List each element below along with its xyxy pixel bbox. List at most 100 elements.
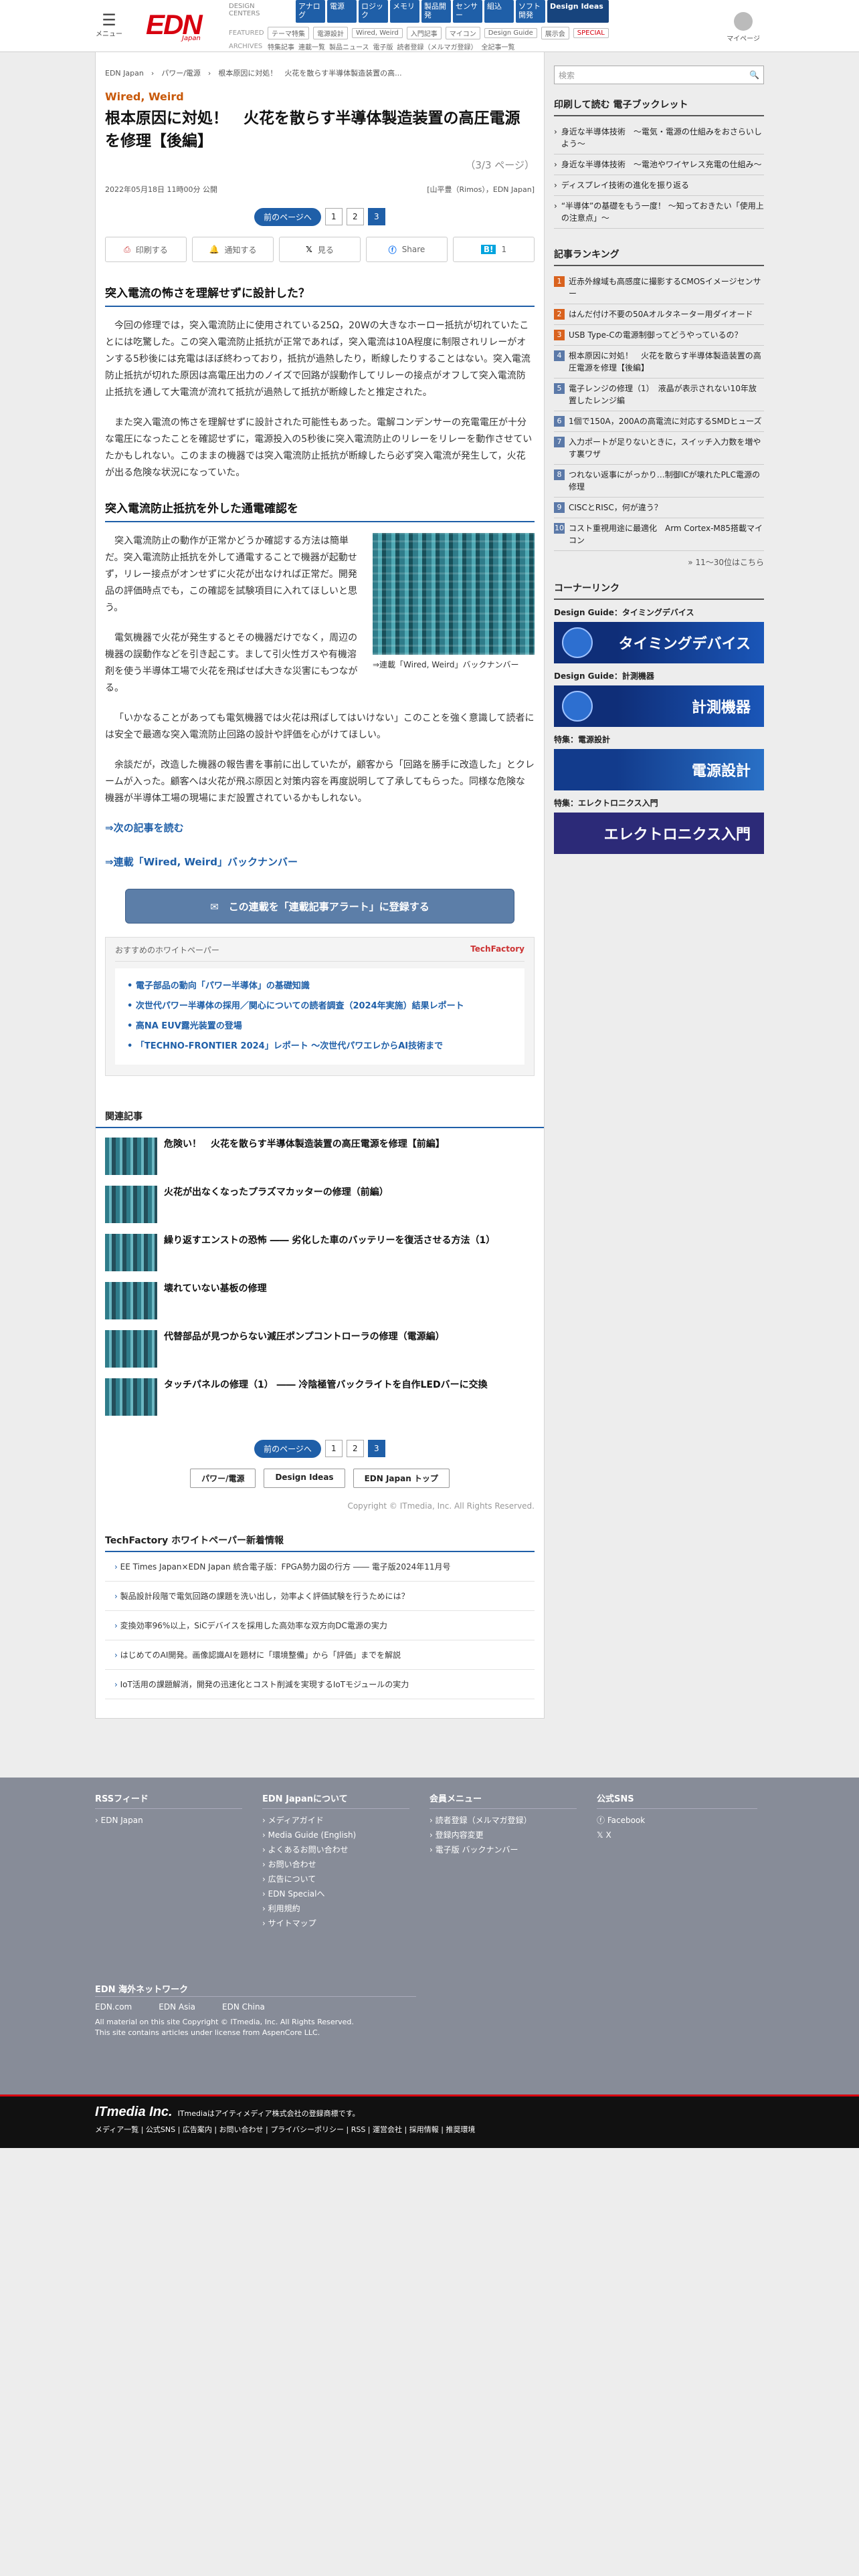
cat-power[interactable]: 電源 [327, 0, 357, 23]
search-input[interactable]: 検索 🔍 [554, 66, 764, 84]
thumbnail[interactable] [105, 1234, 157, 1271]
ranking-item[interactable]: 10 コスト重視用途に最適化 Arm Cortex-M85搭載マイコン [554, 518, 764, 551]
corner-banner-power[interactable]: 電源設計 [554, 749, 764, 790]
thumbnail[interactable] [105, 1282, 157, 1319]
ranking-item[interactable]: 8 つれない返事にがっかり…制御ICが壊れたPLC電源の修理 [554, 465, 764, 498]
power-category-button[interactable]: パワー/電源 [190, 1469, 256, 1488]
corner-banner-intro[interactable]: エレクトロニクス入門 [554, 813, 764, 854]
booklet-item[interactable]: › 身近な半導体技術 〜電気・電源の仕組みをおさらいしよう〜 [554, 122, 764, 154]
ranking-item[interactable]: 4 根本原因に対処！ 火花を散らす半導体製造装置の高圧電源を修理【後編】 [554, 346, 764, 379]
search-icon[interactable]: 🔍 [749, 70, 759, 80]
techfactory-item[interactable]: EE Times Japan×EDN Japan 統合電子版：FPGA勢力図の行… [105, 1552, 535, 1582]
footer-link[interactable]: 読者登録（メルマガ登録） [430, 1813, 577, 1828]
edn-logo[interactable]: EDN Japan [146, 9, 209, 43]
ranking-item[interactable]: 1 近赤外線域も高感度に撮影するCMOSイメージセンサー [554, 272, 764, 304]
page-1[interactable]: 1 [324, 1440, 343, 1457]
related-item[interactable]: 危険い！ 火花を散らす半導体製造装置の高圧電源を修理【前編】 [96, 1134, 544, 1182]
ranking-item[interactable]: 6 1個で150A，200Aの高電流に対応するSMDヒューズ [554, 411, 764, 432]
cat-analog[interactable]: アナログ [296, 0, 325, 23]
design-ideas-button[interactable]: Design Ideas [264, 1469, 345, 1488]
itmedia-links[interactable]: メディア一覧 | 公式SNS | 広告案内 | お問い合わせ | プライバシーポ… [95, 2124, 764, 2135]
related-item[interactable]: タッチパネルの修理（1） ―― 冷陰極管バックライトを自作LEDバーに交換 [96, 1374, 544, 1422]
featured-special[interactable]: SPECIAL [573, 28, 609, 38]
itmedia-logo[interactable]: ITmedia Inc. [95, 2105, 173, 2120]
hatena-bookmark-button[interactable]: B! 1 [453, 237, 535, 262]
featured-guide[interactable]: Design Guide [484, 28, 537, 38]
featured-intro[interactable]: 入門記事 [406, 27, 442, 39]
cat-memory[interactable]: メモリ [390, 0, 419, 23]
cat-embedded[interactable]: 組込 [484, 0, 514, 23]
series-alert-button[interactable]: ✉ この連載を「連載記事アラート」に登録する [125, 889, 514, 924]
print-button[interactable]: ⎙ 印刷する [105, 237, 187, 262]
whitepaper-item[interactable]: 次世代パワー半導体の採用／関心についての読者調査（2024年実施）結果レポート [127, 998, 512, 1015]
backnumber-link[interactable]: ⇒連載「Wired, Weird」バックナンバー [105, 855, 535, 869]
cat-product-dev[interactable]: 製品開発 [421, 0, 451, 23]
whitepaper-item[interactable]: 電子部品の動向「パワー半導体」の基礎知識 [127, 978, 512, 995]
page-2[interactable]: 2 [346, 208, 364, 225]
ranking-item[interactable]: 9 CISCとRISC，何が違う？ [554, 498, 764, 518]
notify-button[interactable]: 🔔 通知する [192, 237, 274, 262]
techfactory-logo[interactable]: TechFactory [470, 944, 524, 956]
thumbnail[interactable] [105, 1138, 157, 1175]
breadcrumb[interactable]: EDN Japan › パワー/電源 › 根本原因に対処！ 火花を散らす半導体製… [96, 51, 544, 84]
featured-mcu[interactable]: マイコン [445, 27, 480, 39]
arch-series[interactable]: 連載一覧 [298, 41, 325, 51]
edn-top-button[interactable]: EDN Japan トップ [353, 1469, 450, 1488]
footer-link[interactable]: お問い合わせ [262, 1857, 409, 1872]
booklet-item[interactable]: › ディスプレイ技術の進化を振り返る [554, 175, 764, 196]
x-link[interactable]: 𝕏 X [597, 1828, 757, 1842]
cat-software[interactable]: ソフト開発 [516, 0, 545, 23]
footer-link[interactable]: メディアガイド [262, 1813, 409, 1828]
my-page-link[interactable]: マイページ [727, 12, 760, 43]
prev-page-button[interactable]: 前のページへ [254, 208, 321, 226]
article-photo[interactable] [373, 533, 535, 655]
arch-features[interactable]: 特集記事 [268, 41, 294, 51]
techfactory-item[interactable]: 変換効率96%以上，SiCデバイスを採用した高効率な双方向DC電源の実力 [105, 1611, 535, 1640]
ranking-item[interactable]: 3 USB Type-Cの電源制御ってどうやっているの？ [554, 325, 764, 346]
page-2[interactable]: 2 [346, 1440, 364, 1457]
techfactory-item[interactable]: はじめてのAI開発。画像認識AIを題材に「環境整備」から「評価」までを解説 [105, 1640, 535, 1670]
whitepaper-item[interactable]: 高NA EUV露光装置の登場 [127, 1018, 512, 1035]
thumbnail[interactable] [105, 1186, 157, 1223]
footer-link[interactable]: EDN China [222, 2002, 265, 2012]
footer-link[interactable]: EDN.com [95, 2002, 132, 2012]
ranking-item[interactable]: 2 はんだ付け不要の50Aオルタネーター用ダイオード [554, 304, 764, 325]
techfactory-item[interactable]: IoT活用の課題解消，開発の迅速化とコスト削減を実現するIoTモジュールの実力 [105, 1670, 535, 1699]
ranking-item[interactable]: 7 入力ポートが足りないときに，スイッチ入力数を増やす裏ワザ [554, 432, 764, 465]
menu-button[interactable]: ☰ メニュー [95, 12, 123, 38]
cat-logic[interactable]: ロジック [359, 0, 388, 23]
thumbnail[interactable] [105, 1378, 157, 1416]
thumbnail[interactable] [105, 1330, 157, 1368]
featured-wired[interactable]: Wired, Weird [352, 28, 403, 38]
ranking-more-link[interactable]: » 11〜30位はこちら [554, 556, 764, 568]
facebook-link[interactable]: ⓕ Facebook [597, 1813, 757, 1828]
facebook-share-button[interactable]: ⓕ Share [366, 237, 448, 262]
footer-link[interactable]: EDN Specialへ [262, 1887, 409, 1901]
photo-caption[interactable]: ⇒連載「Wired, Weird」バックナンバー [373, 659, 535, 670]
arch-register[interactable]: 読者登録（メルマガ登録） [397, 41, 478, 51]
footer-link[interactable]: よくあるお問い合わせ [262, 1842, 409, 1857]
page-1[interactable]: 1 [324, 208, 343, 225]
corner-banner-measure[interactable]: 計測機器 [554, 685, 764, 727]
corner-banner-timing[interactable]: タイミングデバイス [554, 622, 764, 663]
ranking-item[interactable]: 5 電子レンジの修理（1） 液晶が表示されない10年放置したレンジ編 [554, 379, 764, 411]
arch-news[interactable]: 製品ニュース [329, 41, 369, 51]
cat-sensor[interactable]: センサー [453, 0, 482, 23]
footer-link[interactable]: Media Guide (English) [262, 1828, 409, 1842]
related-item[interactable]: 繰り返すエンストの恐怖 ―― 劣化した車のバッテリーを復活させる方法（1） [96, 1230, 544, 1278]
booklet-item[interactable]: › “半導体”の基礎をもう一度！ 〜知っておきたい「使用上の注意点」〜 [554, 196, 764, 229]
x-share-button[interactable]: 𝕏 見る [279, 237, 361, 262]
footer-link[interactable]: EDN Japan [95, 1813, 242, 1828]
related-item[interactable]: 壊れていない基板の修理 [96, 1278, 544, 1326]
footer-link[interactable]: サイトマップ [262, 1916, 409, 1931]
featured-theme[interactable]: テーマ特集 [268, 27, 309, 39]
related-item[interactable]: 代替部品が見つからない減圧ポンプコントローラの修理（電源編） [96, 1326, 544, 1374]
footer-link[interactable]: EDN Asia [159, 2002, 195, 2012]
footer-link[interactable]: 電子版 バックナンバー [430, 1842, 577, 1857]
footer-link[interactable]: 利用規約 [262, 1901, 409, 1916]
featured-expo[interactable]: 展示会 [541, 27, 569, 39]
arch-ebook[interactable]: 電子版 [373, 41, 393, 51]
featured-power[interactable]: 電源設計 [313, 27, 348, 39]
footer-link[interactable]: 広告について [262, 1872, 409, 1887]
whitepaper-item[interactable]: 「TECHNO-FRONTIER 2024」レポート 〜次世代パワエレからAI技… [127, 1038, 512, 1055]
